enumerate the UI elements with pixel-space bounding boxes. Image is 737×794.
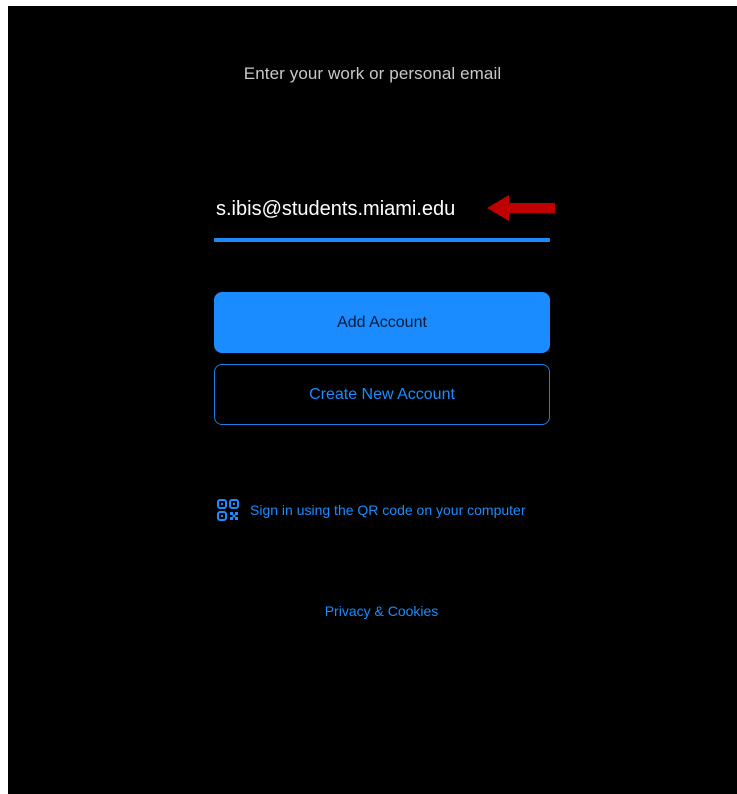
create-new-account-button[interactable]: Create New Account [214,364,550,425]
email-field[interactable] [214,190,486,228]
signin-screen: Enter your work or personal email Add Ac… [8,6,737,794]
email-field-underline [214,238,550,242]
qr-link-label: Sign in using the QR code on your comput… [250,502,526,518]
qr-code-icon [217,499,239,521]
add-account-button[interactable]: Add Account [214,292,550,353]
red-arrow-annotation-icon [487,195,555,221]
privacy-cookies-link[interactable]: Privacy & Cookies [8,603,737,619]
qr-sign-in-link[interactable]: Sign in using the QR code on your comput… [217,498,526,522]
email-prompt: Enter your work or personal email [243,64,502,83]
